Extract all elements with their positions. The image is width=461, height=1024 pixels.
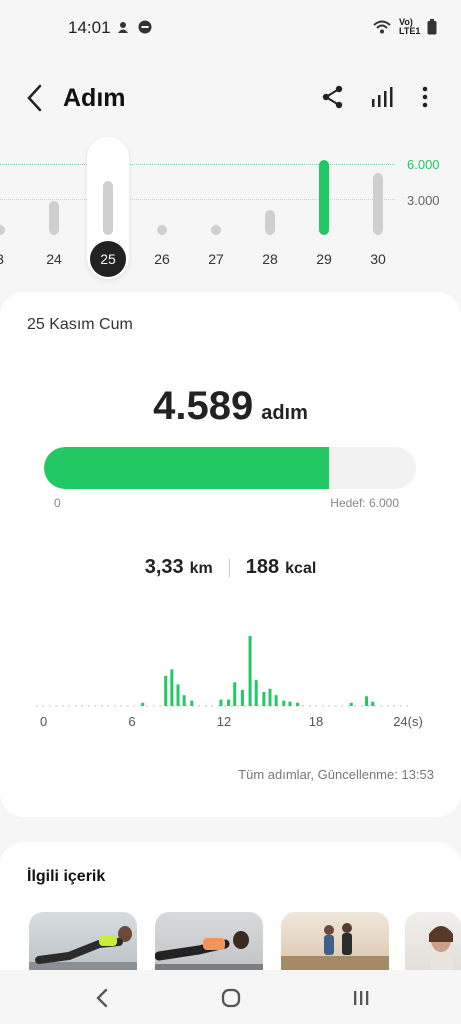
step-count-value: 4.589: [153, 384, 254, 428]
related-thumb-portrait[interactable]: [405, 912, 461, 974]
chart-icon[interactable]: [368, 84, 394, 110]
app-header: Adım: [0, 74, 461, 124]
stats-divider: [228, 558, 230, 577]
woman-portrait-image: [429, 926, 453, 974]
weekly-steps-chart[interactable]: 6.000 3.000 3 24 25 26 27 28 29 30: [0, 135, 461, 285]
day-label-26[interactable]: 26: [145, 251, 179, 267]
dnd-icon: [138, 20, 152, 34]
hourly-tick-label: 24(s): [393, 714, 423, 729]
hourly-tick-label: 0: [40, 714, 47, 729]
system-nav-bar: [0, 970, 461, 1024]
day-bar-24[interactable]: [49, 200, 59, 235]
day-bar-25[interactable]: [103, 180, 113, 235]
mid-axis-label: 3.000: [407, 193, 440, 208]
hourly-tick-label: 18: [309, 714, 323, 729]
hourly-tick-label: 6: [128, 714, 135, 729]
day-bar-28[interactable]: [265, 210, 275, 235]
goal-line: [0, 164, 395, 165]
hourly-bar-13: [268, 688, 272, 706]
day-bar-26[interactable]: [157, 225, 167, 235]
hourly-bar-12: [262, 692, 266, 706]
day-bar-30[interactable]: [373, 173, 383, 235]
network-label: Vo) LTE1: [399, 17, 421, 36]
hourly-bar-4: [182, 695, 186, 706]
hourly-bar-10: [248, 636, 252, 706]
related-title: İlgili içerik: [27, 868, 106, 885]
day-bar-27[interactable]: [211, 225, 221, 235]
hourly-bar-18: [349, 702, 353, 706]
hourly-bar-20: [371, 701, 375, 706]
selected-date: 25 Kasım Cum: [27, 316, 133, 333]
progress-min-label: 0: [54, 496, 61, 510]
day-label-27[interactable]: 27: [199, 251, 233, 267]
hourly-tick-label: 12: [217, 714, 231, 729]
progress-goal-label: Hedef: 6.000: [330, 496, 399, 510]
hourly-bar-7: [227, 699, 231, 706]
distance-value: 3,33: [144, 556, 184, 578]
goal-axis-label: 6.000: [407, 157, 440, 172]
forearm-plank-image: [155, 931, 263, 974]
back-icon[interactable]: [22, 82, 50, 114]
calories-unit: kcal: [285, 560, 317, 577]
hourly-bar-6: [219, 699, 223, 706]
running-couple-image: [281, 923, 389, 974]
goal-progress-bar: [44, 447, 416, 489]
wifi-icon: [373, 20, 391, 34]
more-options-icon[interactable]: [412, 84, 438, 110]
clock: 14:01: [68, 18, 111, 37]
step-count: 4.589 adım: [0, 384, 461, 429]
hourly-bar-16: [288, 701, 292, 706]
hourly-bar-0: [141, 702, 145, 706]
day-label-29[interactable]: 29: [307, 251, 341, 267]
mid-gridline: [0, 199, 395, 200]
day-label-24[interactable]: 24: [37, 251, 71, 267]
hourly-bar-3: [176, 684, 180, 706]
calories-value: 188: [245, 556, 280, 578]
nav-recents-icon[interactable]: [347, 984, 375, 1012]
day-label-selected[interactable]: 25: [90, 241, 126, 277]
day-label-28[interactable]: 28: [253, 251, 287, 267]
hourly-bar-15: [282, 700, 286, 706]
hourly-bar-2: [170, 669, 174, 706]
battery-icon: [427, 19, 437, 35]
hourly-bar-19: [365, 696, 369, 706]
related-thumb-forearm-plank[interactable]: [155, 912, 263, 974]
goal-progress-fill: [44, 447, 329, 489]
hourly-bar-14: [274, 695, 278, 706]
day-bar-29[interactable]: [319, 160, 329, 235]
hourly-steps-chart: 0 6 12 18 24(s): [36, 636, 423, 729]
related-content: İlgili içerik: [0, 842, 461, 982]
distance-unit: km: [189, 560, 213, 577]
share-icon[interactable]: [320, 84, 346, 110]
hourly-bar-11: [254, 680, 258, 706]
nav-back-icon[interactable]: [89, 984, 117, 1012]
hourly-bar-1: [164, 675, 168, 706]
daily-summary-card: 25 Kasım Cum 4.589 adım 0 Hedef: 6.000 3,…: [0, 292, 461, 817]
sync-icon: [118, 22, 128, 33]
day-bar-3[interactable]: [0, 225, 5, 235]
nav-home-icon[interactable]: [217, 984, 245, 1012]
related-thumb-running[interactable]: [281, 912, 389, 974]
page-title: Adım: [63, 84, 126, 112]
hourly-bar-9: [240, 689, 244, 706]
plank-workout-image: [29, 926, 137, 974]
hourly-bar-5: [190, 700, 194, 706]
hourly-bar-8: [233, 682, 237, 706]
distance-calories: 3,33 km 188 kcal: [0, 556, 461, 579]
day-label-30[interactable]: 30: [361, 251, 395, 267]
hourly-bar-17: [296, 702, 300, 706]
step-count-unit: adım: [261, 402, 308, 424]
related-thumb-plank[interactable]: [29, 912, 137, 974]
last-updated: Tüm adımlar, Güncellenme: 13:53: [238, 767, 434, 782]
status-icons: Vo) LTE1: [373, 18, 437, 36]
status-bar: 14:01 Vo) LTE1: [0, 0, 461, 56]
day-label-3[interactable]: 3: [0, 251, 17, 267]
